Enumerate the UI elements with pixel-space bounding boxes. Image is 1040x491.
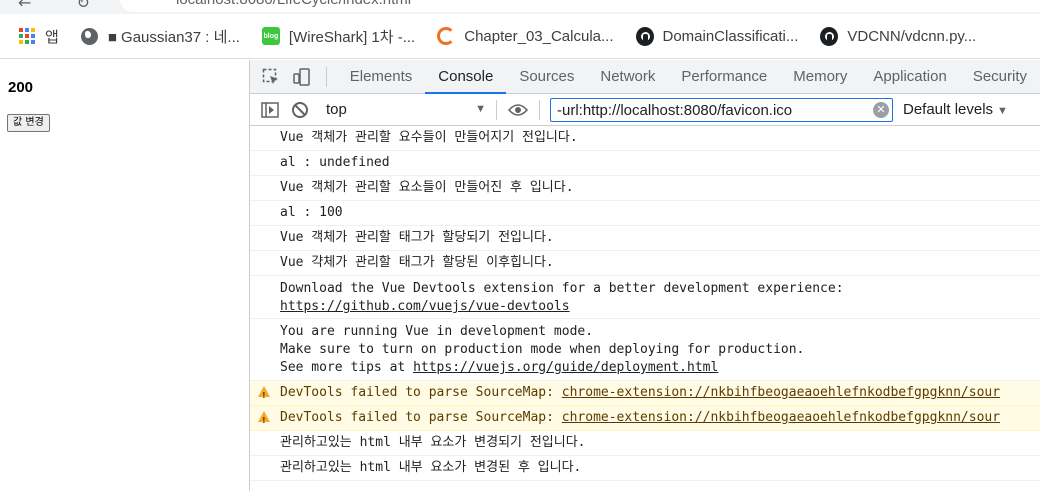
warning-icon [258, 411, 270, 430]
message-text: Vue 객체가 관리할 요소들이 만들어진 후 입니다. [280, 180, 574, 195]
back-arrow-icon[interactable]: ← [18, 0, 31, 12]
message-text: Vue 갹체가 관리할 태그가 할당된 이후힙니다. [280, 255, 554, 270]
console-message: Vue 객체가 관리할 요수들이 만들어지기 전입니다. [250, 126, 1040, 151]
github-icon [635, 26, 654, 46]
bookmark-apps[interactable]: 앱 [18, 26, 59, 47]
console-message: al : undefined [250, 151, 1040, 176]
sidebar-toggle-icon[interactable] [260, 101, 280, 119]
log-levels-dropdown[interactable]: Default levels ▼ [903, 101, 1008, 118]
tab-elements[interactable]: Elements [337, 60, 426, 94]
devtools-link[interactable]: https://github.com/vuejs/vue-devtools [280, 299, 570, 314]
bookmark-domainclassification[interactable]: DomainClassificati... [635, 26, 799, 46]
clear-console-icon[interactable] [290, 101, 310, 119]
console-message: Vue 갹체가 관리할 태그가 할당된 이후힙니다. [250, 251, 1040, 276]
console-warning: DevTools failed to parse SourceMap: chro… [250, 381, 1040, 406]
tab-application[interactable]: Application [860, 60, 959, 94]
tab-network[interactable]: Network [587, 60, 668, 94]
context-selector[interactable]: top ▼ [326, 101, 486, 118]
reload-icon[interactable]: ↻ [77, 0, 90, 12]
message-text: al : undefined [280, 155, 390, 170]
console-log: Vue 객체가 관리할 요수들이 만들어지기 전입니다. al : undefi… [250, 126, 1040, 481]
chevron-down-icon: ▼ [475, 103, 486, 115]
deployment-link[interactable]: https://vuejs.org/guide/deployment.html [413, 360, 718, 375]
bookmark-chapter03[interactable]: Chapter_03_Calcula... [437, 27, 614, 45]
blog-icon: blog [261, 27, 280, 45]
github-icon [820, 26, 839, 46]
tab-console[interactable]: Console [425, 60, 507, 94]
bookmark-label: ■ Gaussian37 : 네... [107, 28, 240, 46]
console-message: Vue 객체가 관리할 요소들이 만들어진 후 입니다. [250, 176, 1040, 201]
console-message: Vue 객체가 관리할 태그가 할당되기 전입니다. [250, 226, 1040, 251]
chevron-down-icon: ▼ [997, 105, 1008, 117]
console-warning: DevTools failed to parse SourceMap: chro… [250, 406, 1040, 431]
sourcemap-link[interactable]: chrome-extension://nkbihfbeogaeaoehlefnk… [562, 410, 1000, 425]
tab-performance[interactable]: Performance [668, 60, 780, 94]
change-value-button[interactable]: 값 변경 [7, 114, 50, 132]
message-text: 관리하고있는 html 내부 요소가 변경된 후 입니다. [280, 460, 582, 475]
divider [496, 99, 497, 120]
bookmark-label: 앱 [45, 28, 59, 46]
warning-icon [258, 386, 270, 405]
bookmark-label: [WireShark] 1차 -... [288, 28, 416, 46]
console-message: You are running Vue in development mode.… [250, 319, 1040, 381]
message-text: Vue 객체가 관리할 요수들이 만들어지기 전입니다. [280, 130, 578, 145]
console-message: Download the Vue Devtools extension for … [250, 276, 1040, 319]
divider [539, 99, 540, 120]
console-toolbar: top ▼ -url:http://localhost:8080/favicon… [250, 94, 1040, 126]
value-display: 200 [8, 79, 34, 96]
nav-buttons: ← ↻ [18, 0, 130, 12]
device-toolbar-icon[interactable] [292, 67, 312, 87]
message-text: al : 100 [280, 205, 343, 220]
address-text[interactable]: localhost:8080/LifeCycle/index.html [176, 0, 411, 8]
inspect-element-icon[interactable] [262, 67, 280, 87]
devtools-tabbar: Elements Console Sources Network Perform… [250, 60, 1040, 94]
filter-input[interactable]: -url:http://localhost:8080/favicon.ico ✕ [550, 97, 893, 122]
message-text: You are running Vue in development mode. [280, 324, 594, 339]
tab-security[interactable]: Security [960, 60, 1040, 94]
tab-sources[interactable]: Sources [506, 60, 587, 94]
message-text: 관리하고있는 html 내부 요소가 변경되기 전입니다. [280, 435, 586, 450]
globe-icon [81, 27, 99, 45]
filter-value: -url:http://localhost:8080/favicon.ico [557, 101, 793, 119]
address-bar-strip: ← ↻ localhost:8080/LifeCycle/index.html [0, 0, 1040, 14]
arc-icon [437, 27, 456, 45]
divider [326, 66, 327, 87]
message-text: See more tips at [280, 360, 414, 375]
bookmark-label: Chapter_03_Calcula... [464, 27, 614, 45]
message-text: Make sure to turn on production mode whe… [280, 342, 805, 357]
page-viewport: 200 값 변경 [0, 60, 249, 491]
warning-text: DevTools failed to parse SourceMap: [280, 385, 562, 400]
apps-grid-icon [18, 27, 36, 45]
console-message: al : 100 [250, 201, 1040, 226]
bookmark-vdcnn[interactable]: VDCNN/vdcnn.py... [820, 26, 977, 46]
bookmark-wireshark[interactable]: blog [WireShark] 1차 -... [261, 26, 416, 47]
message-text: Download the Vue Devtools extension for … [280, 281, 844, 296]
eye-icon[interactable] [507, 101, 529, 119]
warning-text: DevTools failed to parse SourceMap: [280, 410, 562, 425]
console-message: 관리하고있는 html 내부 요소가 변경된 후 입니다. [250, 456, 1040, 481]
context-label: top [326, 101, 347, 118]
message-text: Vue 객체가 관리할 태그가 할당되기 전입니다. [280, 230, 554, 245]
console-message: 관리하고있는 html 내부 요소가 변경되기 전입니다. [250, 431, 1040, 456]
devtools-panel: Elements Console Sources Network Perform… [249, 60, 1040, 491]
tab-memory[interactable]: Memory [780, 60, 860, 94]
bookmark-gaussian37[interactable]: ■ Gaussian37 : 네... [81, 26, 240, 47]
bookmark-label: VDCNN/vdcnn.py... [847, 27, 977, 45]
sourcemap-link[interactable]: chrome-extension://nkbihfbeogaeaoehlefnk… [562, 385, 1000, 400]
bookmarks-bar: 앱 ■ Gaussian37 : 네... blog [WireShark] 1… [0, 14, 1040, 59]
levels-label: Default levels [903, 101, 994, 118]
clear-filter-icon[interactable]: ✕ [873, 101, 889, 118]
bookmark-label: DomainClassificati... [662, 27, 799, 45]
